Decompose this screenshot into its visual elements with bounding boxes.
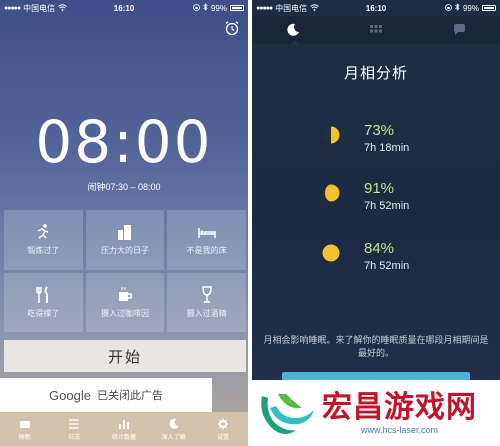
- lock-rotation-icon: [193, 3, 200, 13]
- phase-duration: 7h 52min: [364, 200, 410, 212]
- battery-percent: 99%: [462, 3, 479, 13]
- gear-icon: [217, 418, 229, 429]
- bed-icon: [197, 228, 216, 239]
- half-moon-icon: [322, 126, 340, 144]
- tile-caffeine[interactable]: 摄入过咖啡因: [85, 272, 165, 332]
- alarm-separator: :: [113, 108, 135, 176]
- alarm-window-label: 闹钟07:30 – 08:00: [87, 182, 161, 192]
- wifi-icon: [310, 3, 319, 13]
- signal-icon: ●●●●●: [4, 4, 21, 12]
- moon-phase-note: 月相会影响睡眠。来了解你的睡眠质量在哪段月相期间是最好的。: [263, 335, 489, 358]
- tile-label: 摄入过咖啡因: [100, 308, 149, 318]
- status-bar: ●●●●● 中国电信 16:10 99%: [0, 0, 248, 16]
- tab-journal[interactable]: 日志: [50, 412, 100, 446]
- page-title: 月相分析: [343, 65, 408, 82]
- tab-label: 设置: [217, 434, 230, 441]
- moon-icon: [287, 23, 300, 36]
- wifi-icon: [58, 3, 67, 13]
- watermark-title: 宏昌游戏网: [322, 390, 477, 425]
- tile-stressful-day[interactable]: 压力大的日子: [85, 210, 165, 270]
- phase-duration: 7h 52min: [364, 260, 410, 272]
- tile-alcohol[interactable]: 摄入过酒精: [167, 272, 246, 332]
- buildings-icon: [117, 225, 131, 241]
- bar-chart-icon: [118, 419, 129, 429]
- signal-icon: ●●●●●: [256, 4, 273, 12]
- ad-banner[interactable]: Google 已关闭此广告: [0, 378, 212, 412]
- gibbous-moon-icon: [322, 184, 340, 202]
- phase-percent: 91%: [364, 180, 395, 197]
- phase-percent: 73%: [364, 122, 395, 139]
- list-icon: [69, 418, 80, 429]
- status-time: 16:10: [113, 3, 135, 13]
- tab-indicator: [290, 40, 300, 45]
- tab-settings[interactable]: 设置: [198, 412, 248, 446]
- tile-ate-too-much[interactable]: 吃得撑了: [4, 272, 83, 332]
- bottom-tab-bar: 睡眠 日志 统计数据 深入了解 设置: [0, 412, 248, 446]
- alarm-hours: 08: [35, 108, 114, 176]
- phase-row: 91% 7h 52min: [322, 180, 482, 220]
- status-time: 16:10: [365, 3, 387, 13]
- tile-exercised[interactable]: 锻炼过了: [4, 210, 83, 270]
- watermark-url: www.hcs-laser.com: [360, 425, 439, 435]
- tab-label: 统计数据: [111, 434, 136, 441]
- ad-closed-text: 已关闭此广告: [96, 390, 163, 402]
- coffee-cup-icon: [118, 286, 132, 301]
- tab-label: 日志: [68, 434, 81, 441]
- tile-label: 摄入过酒精: [186, 308, 227, 318]
- sleep-notes-grid: 锻炼过了 压力大的日子 不是我的床 吃得撑了 摄入过咖啡因 摄入过酒精: [4, 210, 246, 332]
- phase-percent: 84%: [364, 240, 395, 257]
- tab-chat[interactable]: [417, 16, 500, 44]
- sleep-icon: [19, 420, 30, 428]
- tile-not-my-bed[interactable]: 不是我的床: [167, 210, 246, 270]
- wine-glass-icon: [201, 286, 212, 303]
- carrier-label: 中国电信: [275, 3, 308, 13]
- tile-label: 压力大的日子: [100, 246, 149, 256]
- battery-icon: [230, 5, 244, 11]
- grid-icon: [370, 25, 382, 33]
- status-bar: ●●●●● 中国电信 16:10 99%: [252, 0, 500, 16]
- phase-row: 73% 7h 18min: [322, 122, 482, 162]
- tab-sleep[interactable]: 睡眠: [0, 412, 50, 446]
- phase-duration: 7h 18min: [364, 142, 410, 154]
- alarm-clock-icon[interactable]: [224, 20, 240, 36]
- speech-bubble-icon: [453, 24, 465, 35]
- tab-grid[interactable]: [335, 16, 418, 44]
- battery-percent: 99%: [210, 3, 227, 13]
- google-logo: Google: [49, 387, 91, 403]
- bluetooth-icon: [455, 3, 460, 13]
- alarm-screen: ●●●●● 中国电信 16:10 99% 08:00 闹钟07:30 – 08:…: [0, 0, 248, 446]
- lock-rotation-icon: [445, 3, 452, 13]
- full-moon-icon: [322, 244, 340, 262]
- tab-insights[interactable]: 深入了解: [149, 412, 199, 446]
- tile-label: 锻炼过了: [27, 246, 60, 256]
- watermark: 宏昌游戏网 www.hcs-laser.com: [252, 380, 500, 446]
- watermark-logo: [261, 394, 314, 434]
- start-button[interactable]: 开始: [4, 340, 246, 372]
- tab-label: 睡眠: [18, 434, 31, 441]
- alarm-time-display[interactable]: 08:00: [0, 108, 248, 176]
- fork-knife-icon: [36, 286, 49, 303]
- phase-row: 84% 7h 52min: [322, 240, 482, 280]
- running-icon: [37, 224, 49, 239]
- carrier-label: 中国电信: [23, 3, 56, 13]
- tile-label: 不是我的床: [186, 246, 227, 256]
- alarm-minutes: 00: [134, 108, 213, 176]
- tile-label: 吃得撑了: [27, 308, 60, 318]
- tab-statistics[interactable]: 统计数据: [99, 412, 149, 446]
- moon-icon: [169, 418, 179, 429]
- tab-label: 深入了解: [161, 434, 186, 441]
- battery-icon: [482, 5, 496, 11]
- bluetooth-icon: [203, 3, 208, 13]
